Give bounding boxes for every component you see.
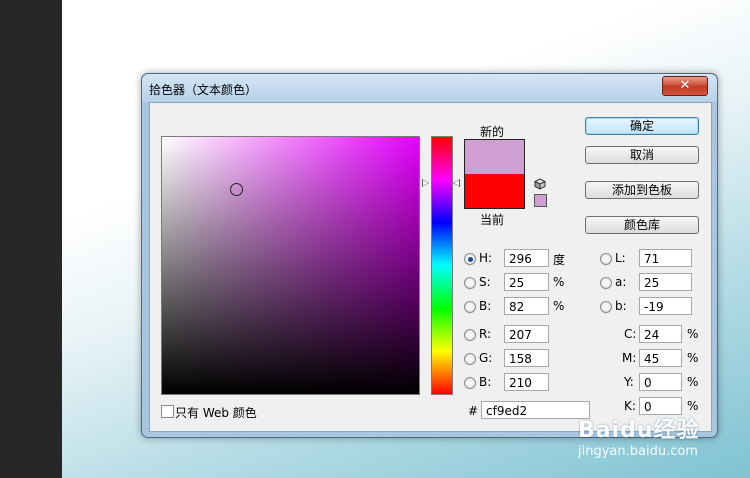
watermark-brand: Baidu经验 — [578, 418, 700, 443]
hex-field[interactable]: cf9ed2 — [481, 401, 590, 419]
hue-label: H: — [479, 251, 493, 265]
cyan-label: C: — [624, 327, 637, 341]
cancel-button[interactable]: 取消 — [585, 146, 699, 164]
title-bar[interactable]: 拾色器（文本颜色） ✕ — [142, 74, 717, 102]
web-safe-swatch[interactable] — [534, 194, 547, 207]
brightness-unit: % — [553, 299, 565, 313]
lab-b-radio[interactable] — [600, 301, 612, 313]
hue-slider-left-arrow[interactable] — [422, 179, 429, 187]
hue-unit: 度 — [553, 253, 566, 267]
baidu-watermark: Baidu经验 jingyan.baidu.com — [578, 412, 738, 459]
hue-field[interactable]: 296 — [504, 249, 549, 267]
lab-b-label: b: — [615, 299, 627, 313]
red-label: R: — [479, 327, 492, 341]
hue-radio[interactable] — [464, 253, 476, 265]
lab-l-field[interactable]: 71 — [639, 249, 692, 267]
dialog-title: 拾色器（文本颜色） — [149, 83, 258, 97]
new-color-label: 新的 — [480, 125, 505, 139]
hue-slider-right-arrow[interactable] — [453, 179, 460, 187]
close-button[interactable]: ✕ — [662, 76, 708, 96]
saturation-unit: % — [553, 275, 565, 289]
yellow-field[interactable]: 0 — [639, 373, 682, 391]
magenta-label: M: — [622, 351, 637, 365]
lab-l-label: L: — [615, 251, 626, 265]
magenta-unit: % — [687, 351, 699, 365]
lab-a-field[interactable]: 25 — [639, 273, 692, 291]
brightness-label: B: — [479, 299, 492, 313]
new-color-swatch — [465, 140, 524, 174]
web-colors-only-label: 只有 Web 颜色 — [175, 406, 257, 420]
black-unit: % — [687, 399, 699, 413]
saturation-label: S: — [479, 275, 491, 289]
saturation-brightness-field[interactable] — [161, 136, 420, 395]
green-label: G: — [479, 351, 493, 365]
saturation-field[interactable]: 25 — [504, 273, 549, 291]
color-picker-ring[interactable] — [230, 183, 243, 196]
lab-l-radio[interactable] — [600, 253, 612, 265]
ok-button[interactable]: 确定 — [585, 117, 699, 135]
dialog-body: 新的 当前 确定 取消 添加到色板 颜色库 H: 296 度 S: 25 % B… — [149, 102, 712, 432]
cyan-unit: % — [687, 327, 699, 341]
hex-label: # — [468, 404, 479, 418]
saturation-radio[interactable] — [464, 277, 476, 289]
red-field[interactable]: 207 — [504, 325, 549, 343]
red-radio[interactable] — [464, 329, 476, 341]
green-radio[interactable] — [464, 353, 476, 365]
web-colors-only-checkbox[interactable] — [161, 405, 174, 418]
brightness-radio[interactable] — [464, 301, 476, 313]
current-color-swatch[interactable] — [465, 174, 524, 208]
color-picker-dialog: 拾色器（文本颜色） ✕ 新的 当前 确定 取消 添加到色板 颜色库 H: 296… — [141, 73, 718, 438]
hue-slider[interactable] — [431, 136, 453, 395]
color-libraries-button[interactable]: 颜色库 — [585, 216, 699, 234]
brightness-field[interactable]: 82 — [504, 297, 549, 315]
blue-label: B: — [479, 375, 492, 389]
lab-b-field[interactable]: -19 — [639, 297, 692, 315]
magenta-field[interactable]: 45 — [639, 349, 682, 367]
current-color-label: 当前 — [480, 213, 505, 227]
yellow-unit: % — [687, 375, 699, 389]
out-of-gamut-cube-icon[interactable] — [534, 178, 546, 190]
blue-radio[interactable] — [464, 377, 476, 389]
add-to-swatches-button[interactable]: 添加到色板 — [585, 181, 699, 199]
blue-field[interactable]: 210 — [504, 373, 549, 391]
color-preview — [464, 139, 525, 209]
yellow-label: Y: — [624, 375, 634, 389]
cyan-field[interactable]: 24 — [639, 325, 682, 343]
lab-a-radio[interactable] — [600, 277, 612, 289]
green-field[interactable]: 158 — [504, 349, 549, 367]
lab-a-label: a: — [615, 275, 627, 289]
background-dark-panel — [0, 0, 62, 478]
black-label: K: — [624, 399, 636, 413]
watermark-url: jingyan.baidu.com — [578, 444, 698, 459]
